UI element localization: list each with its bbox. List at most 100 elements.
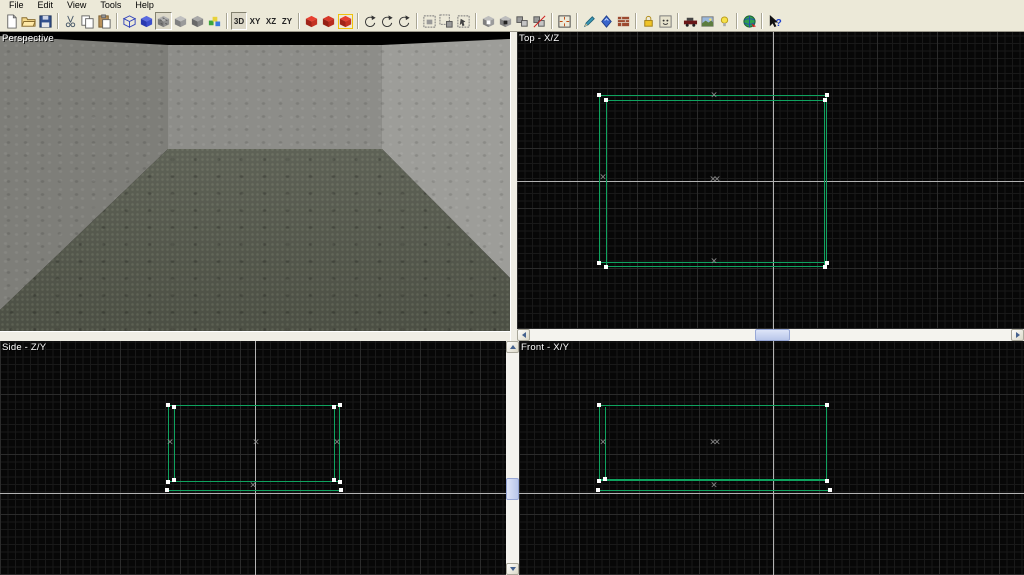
selection-handle[interactable] — [604, 265, 608, 269]
save-file-button[interactable] — [37, 12, 54, 30]
selection-handle[interactable] — [172, 405, 176, 409]
selection-handle[interactable] — [172, 478, 176, 482]
view-xy-button[interactable]: XY — [247, 12, 263, 30]
group-icon — [515, 14, 530, 29]
paste-button[interactable] — [96, 12, 113, 30]
solid-select-button[interactable] — [303, 12, 320, 30]
selection-handle[interactable] — [603, 477, 607, 481]
rotate-y-button[interactable] — [379, 12, 396, 30]
group-select-button[interactable] — [337, 12, 354, 30]
hammer-editor-window: FileEditViewToolsHelp 3DXYXZZY? Perspect… — [0, 0, 1024, 575]
selection-mode-c-button[interactable] — [455, 12, 472, 30]
texture-lock-button[interactable] — [640, 12, 657, 30]
make-hollow-icon — [498, 14, 513, 29]
rotate-x-button[interactable] — [362, 12, 379, 30]
origin-marker: × — [249, 482, 257, 491]
texture-browser-button[interactable] — [615, 12, 632, 30]
selection-handle[interactable] — [166, 403, 170, 407]
selection-handle[interactable] — [823, 265, 827, 269]
selection-handle[interactable] — [597, 261, 601, 265]
horizontal-splitter[interactable] — [0, 331, 510, 341]
run-map-button[interactable] — [741, 12, 758, 30]
brush-edge[interactable] — [174, 407, 175, 480]
textured-mode-icon — [156, 14, 171, 29]
viewport-label-front: Front - X/Y — [521, 342, 569, 353]
view-zy-button[interactable]: ZY — [279, 12, 295, 30]
axis-line — [0, 493, 506, 494]
selection-mode-a-button[interactable] — [421, 12, 438, 30]
selection-handle[interactable] — [597, 403, 601, 407]
new-file-button[interactable] — [3, 12, 20, 30]
toolbar-separator — [57, 13, 59, 29]
group-select-icon — [338, 14, 353, 29]
run-commands-button[interactable] — [682, 12, 699, 30]
view-3d-button[interactable]: 3D — [231, 12, 247, 30]
selection-handle[interactable] — [332, 405, 336, 409]
selection-handle[interactable] — [165, 488, 169, 492]
scroll-up-button[interactable] — [506, 341, 519, 353]
vertical-splitter[interactable] — [510, 32, 517, 341]
selection-handle[interactable] — [597, 479, 601, 483]
solid-select-icon — [304, 14, 319, 29]
menu-view[interactable]: View — [60, 0, 93, 11]
viewport-side[interactable]: Side - Z/Y ×××× — [0, 341, 506, 575]
selection-handle[interactable] — [332, 478, 336, 482]
cut-button[interactable] — [62, 12, 79, 30]
context-help-button[interactable]: ? — [766, 12, 783, 30]
texture-fit-button[interactable] — [556, 12, 573, 30]
shaded-mode-button[interactable] — [189, 12, 206, 30]
wireframe-mode-button[interactable] — [121, 12, 138, 30]
paste-icon — [97, 14, 112, 29]
origin-marker: × — [599, 439, 607, 448]
viewport-front[interactable]: Front - X/Y ×××× — [519, 341, 1024, 575]
view-xz-button[interactable]: XZ — [263, 12, 279, 30]
flat-mode-button[interactable] — [172, 12, 189, 30]
menu-file[interactable]: File — [2, 0, 31, 11]
viewport-perspective[interactable]: Perspective — [0, 32, 510, 331]
selection-handle[interactable] — [825, 93, 829, 97]
selection-handle[interactable] — [604, 98, 608, 102]
object-select-button[interactable] — [320, 12, 337, 30]
v-scrollbar-thumb[interactable] — [506, 478, 519, 500]
selection-handle[interactable] — [825, 479, 829, 483]
colored-mode-button[interactable] — [206, 12, 223, 30]
copy-button[interactable] — [79, 12, 96, 30]
background-image-button[interactable] — [699, 12, 716, 30]
menu-edit[interactable]: Edit — [31, 0, 61, 11]
origin-marker: × — [713, 176, 721, 185]
solid-mode-button[interactable] — [138, 12, 155, 30]
ungroup-button[interactable] — [531, 12, 548, 30]
toolbar-separator — [475, 13, 477, 29]
selection-handle[interactable] — [339, 488, 343, 492]
menu-help[interactable]: Help — [128, 0, 161, 11]
selection-handle[interactable] — [597, 93, 601, 97]
menu-tools[interactable]: Tools — [93, 0, 128, 11]
scroll-left-button[interactable] — [517, 329, 530, 341]
selection-handle[interactable] — [338, 480, 342, 484]
origin-marker: × — [333, 439, 341, 448]
entity-properties-button[interactable] — [657, 12, 674, 30]
light-tool-button[interactable] — [716, 12, 733, 30]
group-button[interactable] — [514, 12, 531, 30]
selection-handle[interactable] — [338, 403, 342, 407]
textured-mode-button[interactable] — [155, 12, 172, 30]
make-hollow-button[interactable] — [497, 12, 514, 30]
selection-handle[interactable] — [828, 488, 832, 492]
h-scrollbar-thumb[interactable] — [755, 329, 790, 341]
side-view-v-scrollbar[interactable] — [506, 341, 519, 575]
rotate-z-button[interactable] — [396, 12, 413, 30]
selection-mode-b-button[interactable] — [438, 12, 455, 30]
flat-mode-icon — [173, 14, 188, 29]
scroll-right-button[interactable] — [1011, 329, 1024, 341]
open-file-button[interactable] — [20, 12, 37, 30]
top-view-h-scrollbar[interactable] — [517, 329, 1024, 341]
selection-handle[interactable] — [825, 403, 829, 407]
selection-handle[interactable] — [166, 480, 170, 484]
apply-texture-button[interactable] — [581, 12, 598, 30]
selection-handle[interactable] — [596, 488, 600, 492]
selection-handle[interactable] — [823, 98, 827, 102]
scroll-down-button[interactable] — [506, 563, 519, 575]
apply-decal-button[interactable] — [598, 12, 615, 30]
viewport-top[interactable]: Top - X/Z ××××× — [517, 32, 1024, 329]
carve-button[interactable] — [480, 12, 497, 30]
